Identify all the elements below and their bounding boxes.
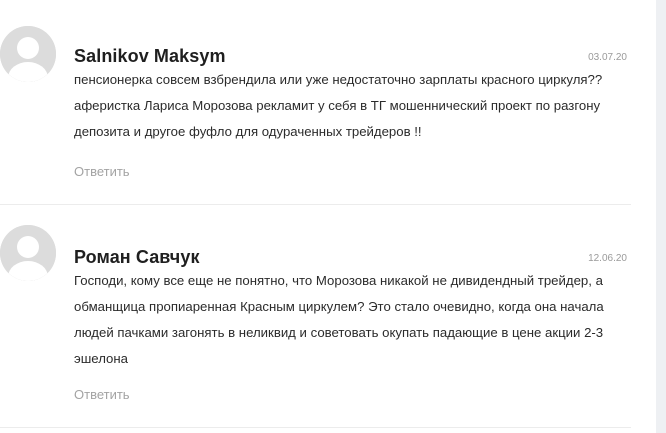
user-avatar-icon bbox=[0, 26, 56, 82]
comment-author: Salnikov Maksym bbox=[74, 46, 226, 66]
comment-date: 12.06.20 bbox=[588, 253, 627, 264]
comment-text: пенсионерка совсем взбрендила или уже не… bbox=[74, 72, 603, 139]
comments-list: Salnikov Maksym 03.07.20 пенсионерка сов… bbox=[0, 0, 631, 428]
scrollbar-track[interactable] bbox=[656, 0, 666, 433]
comment-text: Господи, кому все еще не понятно, что Мо… bbox=[74, 273, 604, 366]
user-avatar-icon bbox=[0, 225, 56, 281]
comment-item: Роман Савчук 12.06.20 Господи, кому все … bbox=[0, 205, 631, 428]
comment-author: Роман Савчук bbox=[74, 247, 200, 267]
comments-page: Salnikov Maksym 03.07.20 пенсионерка сов… bbox=[0, 0, 666, 433]
reply-link[interactable]: Ответить bbox=[74, 387, 130, 402]
comment-item: Salnikov Maksym 03.07.20 пенсионерка сов… bbox=[0, 0, 631, 205]
comment-date: 03.07.20 bbox=[588, 52, 627, 63]
reply-link[interactable]: Ответить bbox=[74, 164, 130, 179]
